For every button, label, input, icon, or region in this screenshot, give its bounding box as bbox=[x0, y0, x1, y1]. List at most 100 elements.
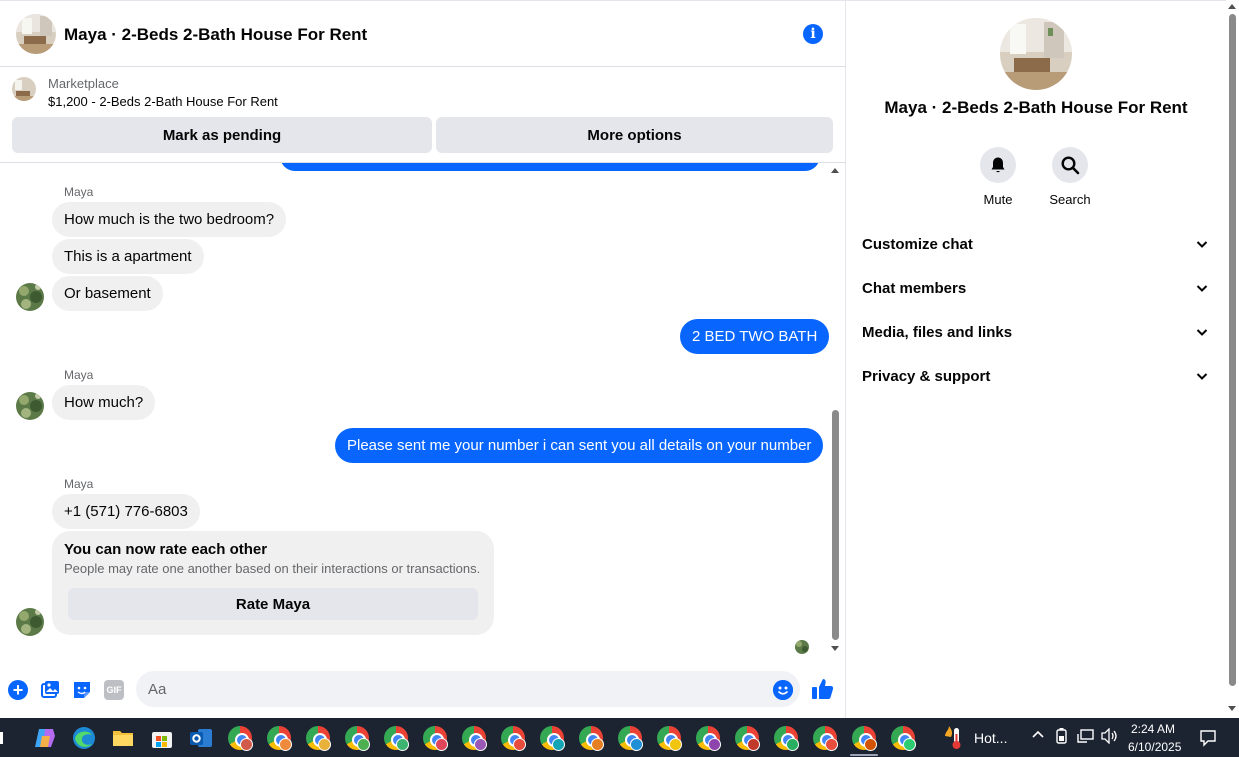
scroll-down-arrow[interactable] bbox=[831, 646, 839, 651]
photo-icon[interactable] bbox=[40, 680, 60, 700]
emoji-icon[interactable] bbox=[773, 680, 793, 700]
weather-text[interactable]: Hot... bbox=[974, 730, 1007, 746]
listing-thumbnail[interactable] bbox=[12, 77, 36, 101]
scroll-up-arrow[interactable] bbox=[831, 168, 839, 173]
notification-icon[interactable] bbox=[1199, 729, 1217, 750]
search-icon bbox=[1052, 147, 1088, 183]
conversation-title[interactable]: Maya · 2-Beds 2-Bath House For Rent bbox=[64, 25, 367, 45]
clock-time[interactable]: 2:24 AM bbox=[1131, 722, 1175, 736]
rate-card: You can now rate each other People may r… bbox=[52, 531, 494, 635]
scroll-up-arrow[interactable] bbox=[1228, 4, 1236, 9]
chrome-profile-icon[interactable] bbox=[657, 726, 682, 751]
app-window: Maya · 2-Beds 2-Bath House For Rent i Ma… bbox=[0, 0, 1239, 757]
chrome-profile-icon[interactable] bbox=[306, 726, 331, 751]
section-label: Media, files and links bbox=[862, 323, 1013, 341]
messages-scrollbar[interactable] bbox=[829, 168, 843, 656]
thumbs-up-icon[interactable] bbox=[811, 677, 835, 701]
section-label: Privacy & support bbox=[862, 367, 991, 385]
composer: + GIF bbox=[0, 661, 846, 717]
chrome-profile-icon[interactable] bbox=[267, 726, 292, 751]
clock-date[interactable]: 6/10/2025 bbox=[1128, 740, 1181, 754]
rate-card-title: You can now rate each other bbox=[64, 541, 268, 558]
sender-name: Maya bbox=[64, 477, 94, 491]
chevron-down-icon bbox=[1194, 368, 1210, 384]
chrome-profile-icon[interactable] bbox=[540, 726, 565, 751]
rate-button[interactable]: Rate Maya bbox=[68, 588, 478, 620]
chrome-profile-icon[interactable] bbox=[891, 726, 916, 751]
seen-indicator-avatar bbox=[795, 640, 809, 654]
marketplace-label: Marketplace bbox=[48, 76, 119, 91]
bell-icon bbox=[980, 147, 1016, 183]
more-options-button[interactable]: More options bbox=[436, 117, 833, 153]
volume-icon[interactable] bbox=[1101, 727, 1119, 747]
chat-pane: Maya · 2-Beds 2-Bath House For Rent i Ma… bbox=[0, 0, 846, 718]
battery-icon[interactable] bbox=[1055, 728, 1069, 747]
message-bubble-incoming: How much is the two bedroom? bbox=[52, 202, 287, 237]
chrome-profile-icon[interactable] bbox=[384, 726, 409, 751]
sender-avatar[interactable] bbox=[16, 392, 44, 420]
chevron-down-icon bbox=[1194, 280, 1210, 296]
chrome-profile-icon[interactable] bbox=[228, 726, 253, 751]
message-bubble-outgoing: Please sent me your number i can sent yo… bbox=[335, 428, 824, 463]
message-bubble-incoming: Or basement bbox=[52, 276, 163, 311]
rate-card-subtitle: People may rate one another based on the… bbox=[64, 561, 481, 576]
scroll-thumb[interactable] bbox=[1229, 14, 1236, 686]
chevron-down-icon bbox=[1194, 236, 1210, 252]
sender-avatar[interactable] bbox=[16, 608, 44, 636]
chrome-profile-icon[interactable] bbox=[462, 726, 487, 751]
chat-info-pane: Maya · 2-Beds 2-Bath House For Rent Mute… bbox=[846, 0, 1226, 718]
sticker-icon[interactable] bbox=[72, 680, 92, 700]
search-button[interactable]: Search bbox=[1035, 147, 1105, 207]
scroll-thumb[interactable] bbox=[832, 410, 839, 640]
media-files-links-section[interactable]: Media, files and links bbox=[862, 310, 1210, 354]
privacy-support-section[interactable]: Privacy & support bbox=[862, 354, 1210, 398]
edge-icon[interactable] bbox=[72, 726, 96, 750]
message-list: Maya How much is the two bedroom? This i… bbox=[0, 163, 846, 657]
listing-avatar-large[interactable] bbox=[1000, 18, 1072, 90]
chrome-profile-icon[interactable] bbox=[813, 726, 838, 751]
chevron-down-icon bbox=[1194, 324, 1210, 340]
weather-thermometer-icon[interactable] bbox=[943, 726, 965, 750]
chrome-profile-icon[interactable] bbox=[618, 726, 643, 751]
task-view-icon[interactable] bbox=[0, 726, 6, 750]
mute-label: Mute bbox=[983, 192, 1013, 207]
chrome-profile-icon[interactable] bbox=[423, 726, 448, 751]
gif-icon[interactable]: GIF bbox=[104, 680, 124, 700]
section-label: Customize chat bbox=[862, 235, 973, 253]
listing-title[interactable]: $1,200 - 2-Beds 2-Bath House For Rent bbox=[48, 94, 278, 109]
scroll-down-arrow[interactable] bbox=[1228, 706, 1236, 711]
chrome-profile-icon[interactable] bbox=[696, 726, 721, 751]
chevron-up-icon[interactable] bbox=[1031, 728, 1045, 745]
page-scrollbar[interactable] bbox=[1226, 0, 1239, 718]
network-icon[interactable] bbox=[1077, 728, 1095, 747]
mark-as-pending-button[interactable]: Mark as pending bbox=[12, 117, 432, 153]
plus-icon[interactable]: + bbox=[8, 680, 28, 700]
message-input[interactable] bbox=[136, 671, 800, 707]
message-bubble-incoming: +1 (571) 776-6803 bbox=[52, 494, 200, 529]
message-bubble-incoming: How much? bbox=[52, 385, 156, 420]
chrome-profile-icon[interactable] bbox=[579, 726, 604, 751]
message-bubble-incoming: This is a apartment bbox=[52, 239, 204, 274]
file-explorer-icon[interactable] bbox=[111, 726, 135, 750]
chat-members-section[interactable]: Chat members bbox=[862, 266, 1210, 310]
message-bubble-outgoing: 2 BED TWO BATH bbox=[680, 319, 830, 354]
sender-avatar[interactable] bbox=[16, 283, 44, 311]
chat-header: Maya · 2-Beds 2-Bath House For Rent i bbox=[0, 1, 846, 67]
chrome-profile-icon[interactable] bbox=[735, 726, 760, 751]
chrome-profile-icon[interactable] bbox=[345, 726, 370, 751]
store-icon[interactable] bbox=[150, 726, 174, 750]
chrome-profile-icon[interactable] bbox=[852, 726, 877, 751]
outlook-icon[interactable] bbox=[189, 726, 213, 750]
sender-name: Maya bbox=[64, 368, 94, 382]
customize-chat-section[interactable]: Customize chat bbox=[862, 222, 1210, 266]
chrome-profile-icon[interactable] bbox=[501, 726, 526, 751]
sender-name: Maya bbox=[64, 185, 94, 199]
info-icon[interactable]: i bbox=[803, 24, 823, 44]
info-title: Maya · 2-Beds 2-Bath House For Rent bbox=[884, 98, 1188, 117]
message-bubble-outgoing bbox=[280, 163, 820, 171]
listing-avatar[interactable] bbox=[16, 14, 56, 54]
mute-button[interactable]: Mute bbox=[963, 147, 1033, 207]
chrome-profile-icon[interactable] bbox=[774, 726, 799, 751]
copilot-icon[interactable] bbox=[33, 726, 57, 750]
marketplace-bar: Marketplace $1,200 - 2-Beds 2-Bath House… bbox=[0, 67, 846, 163]
